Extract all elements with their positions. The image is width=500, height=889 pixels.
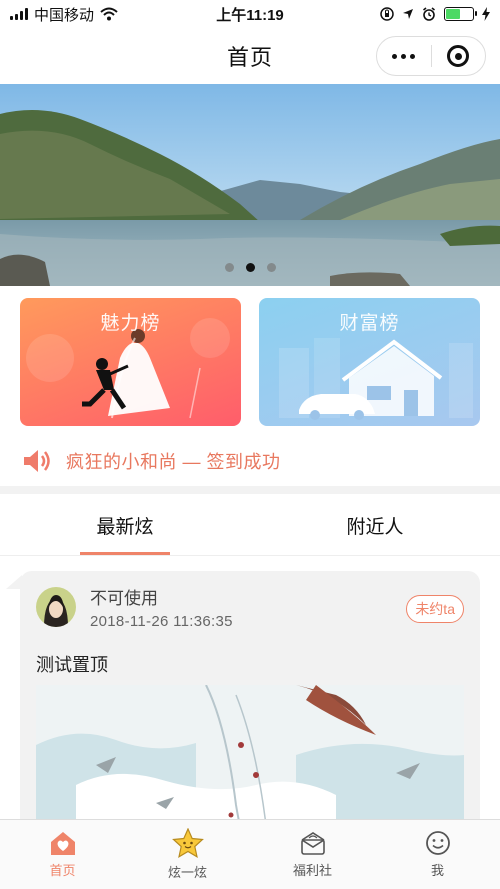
smiley-icon bbox=[425, 831, 450, 855]
signal-icon bbox=[10, 8, 28, 20]
battery-fill bbox=[446, 9, 461, 19]
post-timestamp: 2018-11-26 11:36:35 bbox=[90, 613, 233, 630]
banner-image bbox=[0, 84, 500, 286]
charm-rank-card[interactable]: 魅力榜 bbox=[20, 298, 241, 426]
star-icon bbox=[171, 828, 204, 858]
wifi-icon bbox=[100, 7, 118, 21]
post-username[interactable]: 不可使用 bbox=[90, 584, 233, 609]
banner-dot[interactable] bbox=[224, 263, 234, 272]
post-image[interactable] bbox=[36, 685, 464, 819]
date-request-button[interactable]: 未约ta bbox=[406, 595, 464, 623]
nav-me[interactable]: 我 bbox=[375, 820, 500, 889]
rotation-lock-icon bbox=[380, 7, 394, 21]
post-meta: 不可使用 2018-11-26 11:36:35 bbox=[90, 584, 233, 630]
gift-box-icon bbox=[300, 832, 325, 855]
post-header: 不可使用 2018-11-26 11:36:35 未约ta bbox=[36, 584, 464, 630]
nav-me-label: 我 bbox=[430, 863, 444, 878]
home-heart-icon bbox=[50, 832, 75, 855]
tab-latest[interactable]: 最新炫 bbox=[0, 496, 250, 555]
rank-cards: 魅力榜 财富榜 bbox=[20, 298, 480, 426]
status-left: 中国移动 bbox=[10, 4, 118, 25]
notice-bar[interactable]: 疯狂的小和尚 — 签到成功 bbox=[0, 436, 500, 494]
battery-icon bbox=[444, 7, 477, 21]
more-dots-icon bbox=[392, 53, 416, 59]
close-button[interactable] bbox=[432, 37, 486, 75]
location-icon bbox=[403, 9, 413, 19]
feed-tabs: 最新炫 附近人 bbox=[0, 496, 500, 556]
charging-icon bbox=[482, 7, 490, 21]
status-bar: 中国移动 上午11:19 bbox=[0, 0, 500, 28]
banner-dot-active[interactable] bbox=[245, 263, 255, 272]
charm-rank-label: 魅力榜 bbox=[100, 313, 161, 334]
carrier-label: 中国移动 bbox=[34, 6, 95, 24]
bottom-tab-bar: 首页 炫一炫 福利社 我 bbox=[0, 819, 500, 889]
avatar[interactable] bbox=[36, 587, 76, 627]
tab-nearby[interactable]: 附近人 bbox=[250, 496, 500, 555]
nav-welfare[interactable]: 福利社 bbox=[250, 820, 375, 889]
alarm-icon bbox=[423, 7, 435, 21]
feed-list[interactable]: 不可使用 2018-11-26 11:36:35 未约ta 测试置顶 bbox=[0, 557, 500, 819]
nav-home[interactable]: 首页 bbox=[0, 820, 125, 889]
banner-pagination bbox=[0, 263, 500, 272]
more-button[interactable] bbox=[377, 37, 431, 75]
notice-text: 疯狂的小和尚 — 签到成功 bbox=[66, 452, 281, 472]
nav-home-label: 首页 bbox=[49, 863, 76, 878]
banner-dot[interactable] bbox=[266, 263, 276, 272]
target-circle-icon bbox=[447, 45, 470, 67]
wealth-rank-card[interactable]: 财富榜 bbox=[259, 298, 480, 426]
post-text: 测试置顶 bbox=[36, 655, 108, 675]
speaker-icon bbox=[24, 450, 50, 472]
nav-show[interactable]: 炫一炫 bbox=[125, 820, 250, 889]
mini-program-capsule bbox=[376, 36, 486, 76]
nav-show-label: 炫一炫 bbox=[167, 865, 207, 880]
page-title: 首页 bbox=[226, 45, 273, 70]
post-card[interactable]: 不可使用 2018-11-26 11:36:35 未约ta 测试置顶 bbox=[20, 571, 480, 819]
title-bar: 首页 bbox=[0, 28, 500, 84]
status-right bbox=[380, 7, 490, 21]
nav-welfare-label: 福利社 bbox=[292, 863, 332, 878]
banner-carousel[interactable] bbox=[0, 84, 500, 286]
wealth-rank-label: 财富榜 bbox=[339, 313, 400, 334]
